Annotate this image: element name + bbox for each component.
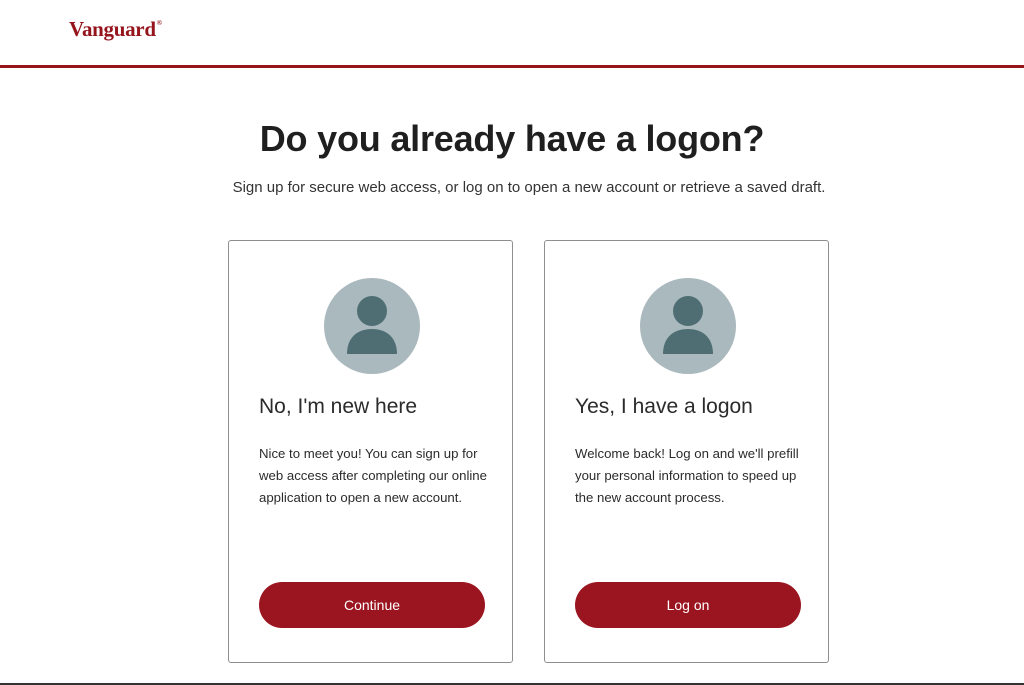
user-avatar-icon	[324, 278, 420, 374]
user-avatar-icon	[640, 278, 736, 374]
log-on-button[interactable]: Log on	[575, 582, 801, 628]
logo-text: Vanguard	[69, 17, 156, 41]
existing-user-description: Welcome back! Log on and we'll prefill y…	[575, 446, 799, 505]
existing-user-heading: Yes, I have a logon	[575, 395, 753, 418]
registered-mark: ®	[156, 19, 162, 27]
existing-user-card: Yes, I have a logon Welcome back! Log on…	[544, 240, 829, 663]
vanguard-logo[interactable]: Vanguard®	[69, 17, 162, 42]
page-title: Do you already have a logon?	[259, 118, 765, 159]
new-user-heading: No, I'm new here	[259, 395, 418, 418]
page-subtitle: Sign up for secure web access, or log on…	[232, 179, 826, 196]
continue-button[interactable]: Continue	[259, 582, 485, 628]
new-user-card: No, I'm new here Nice to meet you! You c…	[228, 240, 513, 663]
site-header: Vanguard®	[0, 0, 1024, 68]
new-user-description: Nice to meet you! You can sign up for we…	[259, 446, 487, 505]
